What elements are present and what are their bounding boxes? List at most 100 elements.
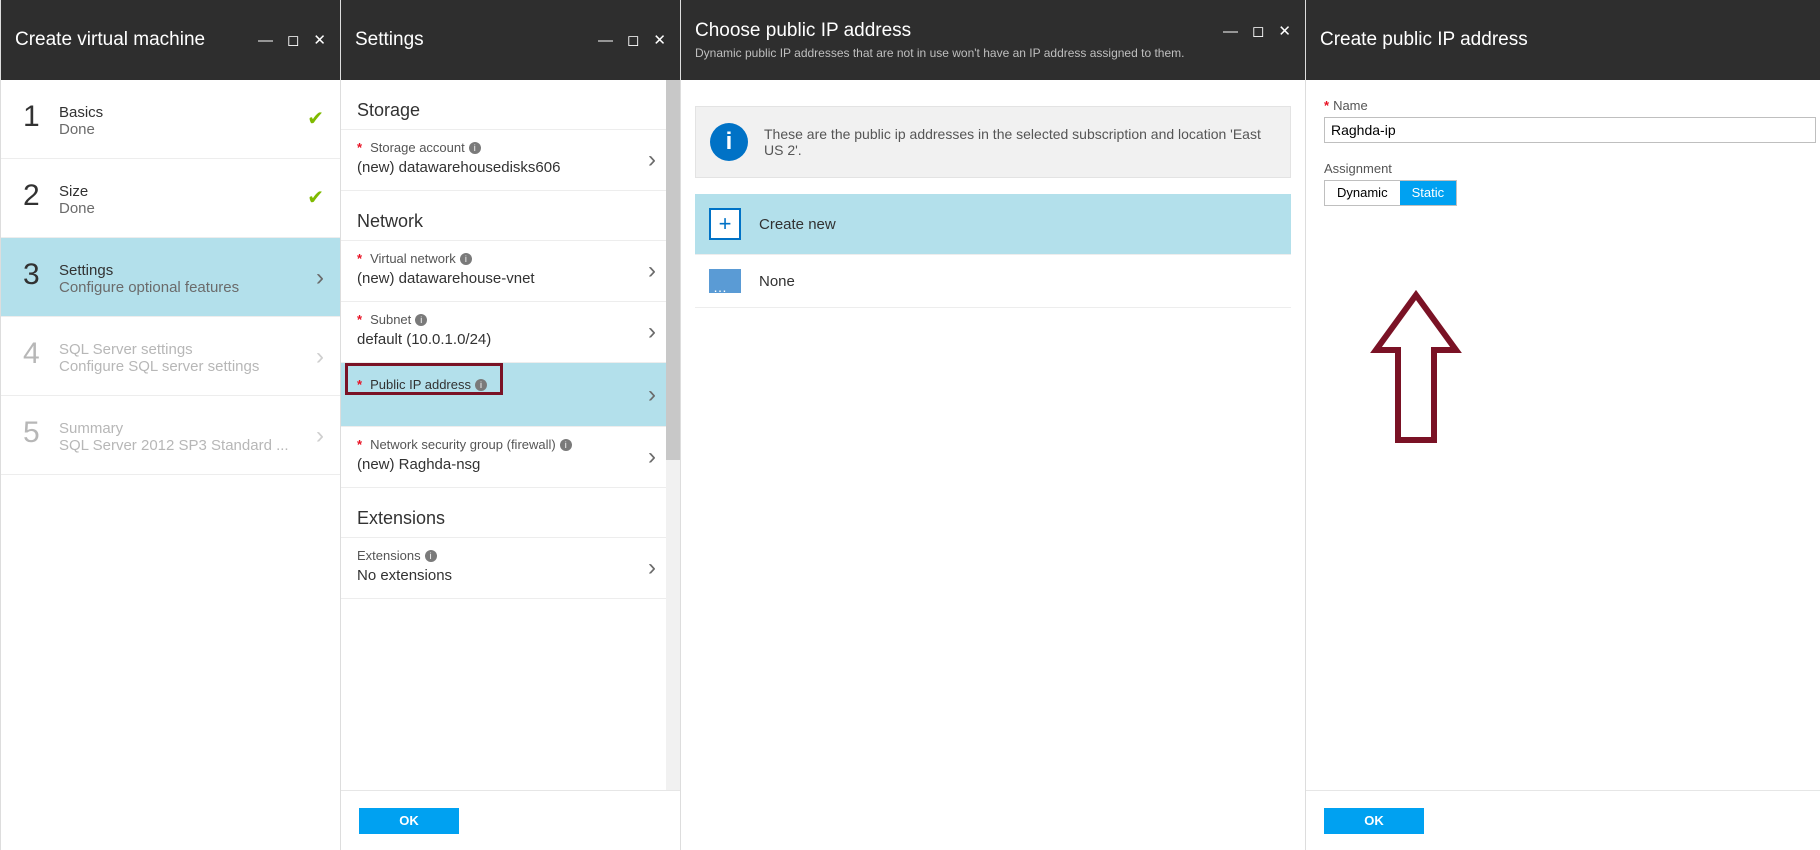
wizard-step-sql[interactable]: 4 SQL Server settings Configure SQL serv…	[1, 317, 340, 396]
blade-header: Create public IP address	[1306, 0, 1820, 80]
step-title: Basics	[59, 104, 307, 121]
required-icon: *	[357, 437, 362, 452]
setting-label-text: Storage account	[370, 140, 465, 155]
form-label-text: Assignment	[1324, 161, 1392, 176]
step-subtitle: SQL Server 2012 SP3 Standard ...	[59, 437, 316, 454]
setting-nsg[interactable]: * Network security group (firewall) i (ne…	[341, 427, 666, 488]
setting-label-text: Public IP address	[370, 377, 471, 392]
maximize-icon[interactable]: ◻	[287, 31, 299, 49]
blade-create-vm: Create virtual machine — ◻ ✕ 1 Basics Do…	[0, 0, 340, 850]
step-number: 5	[23, 416, 59, 450]
ok-button[interactable]: OK	[1324, 808, 1424, 834]
ip-option-label: Create new	[759, 216, 836, 233]
info-icon[interactable]: i	[475, 379, 487, 391]
chevron-right-icon: ›	[316, 422, 324, 450]
setting-label-text: Virtual network	[370, 251, 456, 266]
setting-label-text: Extensions	[357, 548, 421, 563]
blade-create-ip: Create public IP address *Name Assignmen…	[1305, 0, 1820, 850]
blade-body: *Name Assignment Dynamic Static	[1306, 80, 1820, 790]
section-title-network: Network	[341, 191, 666, 241]
setting-virtual-network[interactable]: * Virtual network i (new) datawarehouse-v…	[341, 241, 666, 302]
name-input[interactable]	[1324, 117, 1816, 143]
setting-value: (new) datawarehousedisks606	[357, 159, 658, 176]
assignment-toggle: Dynamic Static	[1324, 180, 1457, 206]
required-icon: *	[357, 312, 362, 327]
setting-value: (new) Raghda-nsg	[357, 456, 658, 473]
wizard-step-settings[interactable]: 3 Settings Configure optional features ›	[1, 238, 340, 317]
required-icon: *	[357, 251, 362, 266]
setting-subnet[interactable]: *Subnet i default (10.0.1.0/24) ›	[341, 302, 666, 363]
chevron-right-icon: ›	[648, 443, 656, 471]
required-icon: *	[357, 140, 362, 155]
info-icon: i	[710, 123, 748, 161]
blade-choose-ip: Choose public IP address — ◻ ✕ Dynamic p…	[680, 0, 1305, 850]
blade-title: Choose public IP address	[695, 20, 911, 42]
close-icon[interactable]: ✕	[313, 31, 326, 49]
info-banner: i These are the public ip addresses in t…	[695, 106, 1291, 178]
scrollbar[interactable]	[666, 80, 680, 790]
info-icon[interactable]: i	[560, 439, 572, 451]
window-controls: — ◻ ✕	[1223, 22, 1291, 40]
step-number: 2	[23, 179, 59, 213]
close-icon[interactable]: ✕	[1278, 22, 1291, 40]
window-controls: — ◻ ✕	[598, 31, 666, 49]
wizard-step-basics[interactable]: 1 Basics Done ✔	[1, 80, 340, 159]
maximize-icon[interactable]: ◻	[627, 31, 639, 49]
chevron-right-icon: ›	[648, 554, 656, 582]
wizard-step-summary[interactable]: 5 Summary SQL Server 2012 SP3 Standard .…	[1, 396, 340, 475]
plus-icon: +	[709, 208, 741, 240]
step-title: SQL Server settings	[59, 341, 316, 358]
ok-button[interactable]: OK	[359, 808, 459, 834]
chevron-right-icon: ›	[648, 381, 656, 409]
chevron-right-icon: ›	[316, 264, 324, 292]
chevron-right-icon: ›	[648, 146, 656, 174]
info-icon[interactable]: i	[425, 550, 437, 562]
setting-extensions[interactable]: Extensions i No extensions ›	[341, 538, 666, 599]
toggle-dynamic[interactable]: Dynamic	[1325, 181, 1400, 205]
required-icon: *	[357, 377, 362, 392]
blade-header: Settings — ◻ ✕	[341, 0, 680, 80]
info-icon[interactable]: i	[460, 253, 472, 265]
setting-label-text: Network security group (firewall)	[370, 437, 556, 452]
step-title: Size	[59, 183, 307, 200]
step-subtitle: Done	[59, 200, 307, 217]
blade-settings: Settings — ◻ ✕ Storage * Storage account …	[340, 0, 680, 850]
step-title: Settings	[59, 262, 316, 279]
blade-body: i These are the public ip addresses in t…	[681, 80, 1305, 850]
step-subtitle: Configure SQL server settings	[59, 358, 316, 375]
close-icon[interactable]: ✕	[653, 31, 666, 49]
step-number: 3	[23, 258, 59, 292]
setting-value: (new) datawarehouse-vnet	[357, 270, 658, 287]
info-icon[interactable]: i	[415, 314, 427, 326]
required-icon: *	[1324, 98, 1329, 113]
setting-value: default (10.0.1.0/24)	[357, 331, 658, 348]
blade-footer: OK	[1306, 790, 1820, 850]
section-title-extensions: Extensions	[341, 488, 666, 538]
minimize-icon[interactable]: —	[258, 32, 273, 49]
ip-option-create-new[interactable]: + Create new	[695, 194, 1291, 255]
step-number: 4	[23, 337, 59, 371]
minimize-icon[interactable]: —	[1223, 23, 1238, 40]
step-subtitle: Configure optional features	[59, 279, 316, 296]
section-title-storage: Storage	[341, 80, 666, 130]
blade-body: 1 Basics Done ✔ 2 Size Done ✔ 3 Settings…	[1, 80, 340, 850]
blade-subtitle: Dynamic public IP addresses that are not…	[695, 46, 1291, 60]
blade-header: Create virtual machine — ◻ ✕	[1, 0, 340, 80]
info-icon[interactable]: i	[469, 142, 481, 154]
check-icon: ✔	[307, 106, 324, 131]
chevron-right-icon: ›	[648, 257, 656, 285]
annotation-arrow-icon	[1366, 290, 1466, 450]
blade-body: Storage * Storage account i (new) datawar…	[341, 80, 680, 790]
setting-storage-account[interactable]: * Storage account i (new) datawarehousedi…	[341, 130, 666, 191]
scrollbar-thumb[interactable]	[666, 80, 680, 460]
window-controls: — ◻ ✕	[258, 31, 326, 49]
ip-option-none[interactable]: None	[695, 255, 1291, 308]
minimize-icon[interactable]: —	[598, 32, 613, 49]
chevron-right-icon: ›	[648, 318, 656, 346]
ip-option-label: None	[759, 273, 795, 290]
maximize-icon[interactable]: ◻	[1252, 22, 1264, 40]
setting-public-ip[interactable]: * Public IP address i ›	[341, 363, 666, 427]
toggle-static[interactable]: Static	[1400, 181, 1457, 205]
form-row-name: *Name	[1306, 80, 1820, 143]
wizard-step-size[interactable]: 2 Size Done ✔	[1, 159, 340, 238]
